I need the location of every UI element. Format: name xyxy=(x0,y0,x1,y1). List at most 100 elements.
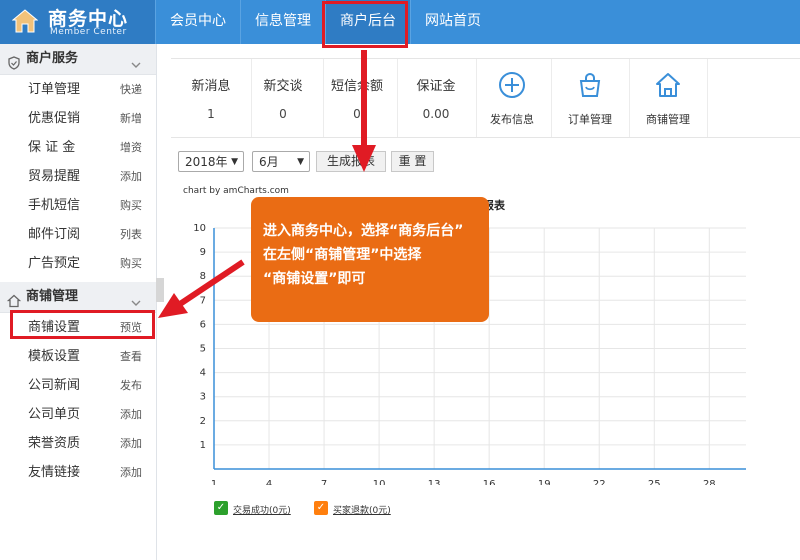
sidebar-item-action[interactable]: 添加 xyxy=(120,458,142,487)
sidebar-item-company-page[interactable]: 公司单页 添加 xyxy=(0,400,156,429)
sidebar-item-label: 贸易提醒 xyxy=(28,169,81,184)
nav-member-center[interactable]: 会员中心 xyxy=(155,0,240,44)
sidebar-item-action[interactable]: 购买 xyxy=(120,191,142,220)
month-select[interactable]: 6月 ▼ xyxy=(252,151,310,172)
nav-site-home[interactable]: 网站首页 xyxy=(410,0,495,44)
sidebar-item-action[interactable]: 添加 xyxy=(120,429,142,458)
sidebar-item-label: 友情链接 xyxy=(28,465,81,480)
sidebar-item-action[interactable]: 添加 xyxy=(120,162,142,191)
y-tick-label: 10 xyxy=(193,223,206,234)
generate-report-button[interactable]: 生成报表 xyxy=(316,151,386,172)
reset-button[interactable]: 重 置 xyxy=(391,151,434,172)
checkbox-checked-icon: ✓ xyxy=(214,501,228,515)
home-icon xyxy=(654,71,682,103)
sidebar-item-template-settings[interactable]: 模板设置 查看 xyxy=(0,342,156,371)
stat-label: 新交谈 xyxy=(263,79,303,94)
x-tick-label: 4 xyxy=(266,479,272,485)
sidebar-item-email-subscription[interactable]: 邮件订阅 列表 xyxy=(0,220,156,249)
plus-circle-icon xyxy=(498,71,526,103)
year-select[interactable]: 2018年 ▼ xyxy=(178,151,244,172)
sidebar-item-promotions[interactable]: 优惠促销 新增 xyxy=(0,104,156,133)
sidebar-item-label: 荣誉资质 xyxy=(28,436,81,451)
x-tick-label: 1 xyxy=(211,479,217,485)
legend-label: 交易成功(0元) xyxy=(233,506,291,516)
stats-panel: 新消息 1 新交谈 0 短信余额 0 保证金 0.00 发布信息 订单管理 商铺… xyxy=(171,58,800,138)
tool-label: 发布信息 xyxy=(490,113,534,126)
sidebar-item-action[interactable]: 列表 xyxy=(120,220,142,249)
stat-value: 0.00 xyxy=(422,107,450,121)
y-tick-label: 1 xyxy=(200,440,206,451)
stat-deposit[interactable]: 保证金 0.00 xyxy=(396,59,477,137)
stat-sms-balance[interactable]: 短信余额 0 xyxy=(317,59,398,137)
checkbox-checked-icon: ✓ xyxy=(314,501,328,515)
x-tick-label: 7 xyxy=(321,479,327,485)
stat-label: 新消息 xyxy=(191,79,231,94)
sidebar-item-action[interactable]: 发布 xyxy=(120,371,142,400)
sidebar-group-merchant-services[interactable]: 商户服务 xyxy=(0,44,156,75)
y-tick-label: 6 xyxy=(200,319,206,330)
sidebar-item-label: 广告预定 xyxy=(28,256,81,271)
instruction-callout: 进入商务中心，选择“商务后台” 在左侧“商铺管理”中选择 “商铺设置”即可 xyxy=(251,197,489,322)
sidebar-item-honors[interactable]: 荣誉资质 添加 xyxy=(0,429,156,458)
sidebar-item-action[interactable]: 增资 xyxy=(120,133,142,162)
sidebar-item-label: 模板设置 xyxy=(28,349,81,364)
home-icon xyxy=(11,9,39,37)
sidebar-item-label: 公司单页 xyxy=(28,407,81,422)
x-tick-label: 28 xyxy=(703,479,716,485)
sidebar-item-deposit[interactable]: 保 证 金 增资 xyxy=(0,133,156,162)
sidebar-item-ad-booking[interactable]: 广告预定 购买 xyxy=(0,249,156,278)
x-tick-label: 16 xyxy=(483,479,496,485)
sidebar-group-title: 商铺管理 xyxy=(26,289,79,304)
nav-info-management[interactable]: 信息管理 xyxy=(240,0,325,44)
brand[interactable]: 商务中心 Member Center xyxy=(0,0,155,44)
sidebar-item-label: 保 证 金 xyxy=(28,140,76,155)
sidebar-item-company-news[interactable]: 公司新闻 发布 xyxy=(0,371,156,400)
sidebar-item-label: 邮件订阅 xyxy=(28,227,81,242)
y-tick-label: 9 xyxy=(200,247,206,258)
sidebar-item-trade-alerts[interactable]: 贸易提醒 添加 xyxy=(0,162,156,191)
callout-line: 在左侧“商铺管理”中选择 xyxy=(263,247,422,263)
sidebar-item-action[interactable]: 购买 xyxy=(120,249,142,278)
shopping-bag-icon xyxy=(576,71,604,103)
chart-credit-link[interactable]: chart by amCharts.com xyxy=(183,186,289,196)
sidebar-item-action[interactable]: 新增 xyxy=(120,104,142,133)
sidebar-item-action[interactable]: 添加 xyxy=(120,400,142,429)
sidebar-highlight-box xyxy=(10,310,155,339)
sidebar-item-action[interactable]: 快递 xyxy=(120,75,142,104)
y-tick-label: 5 xyxy=(200,344,206,355)
tool-shop-management[interactable]: 商铺管理 xyxy=(629,59,708,137)
stat-label: 保证金 xyxy=(416,79,456,94)
sidebar-item-friend-links[interactable]: 友情链接 添加 xyxy=(0,458,156,487)
sidebar-item-sms[interactable]: 手机短信 购买 xyxy=(0,191,156,220)
sidebar-item-label: 公司新闻 xyxy=(28,378,81,393)
tool-label: 订单管理 xyxy=(568,113,612,126)
stat-new-messages[interactable]: 新消息 1 xyxy=(171,59,252,137)
sidebar-scrollbar[interactable] xyxy=(156,278,164,302)
legend-label: 买家退款(0元) xyxy=(333,506,391,516)
y-tick-label: 3 xyxy=(200,392,206,403)
y-tick-label: 8 xyxy=(200,271,206,282)
tool-publish-info[interactable]: 发布信息 xyxy=(473,59,552,137)
sidebar-item-orders[interactable]: 订单管理 快递 xyxy=(0,75,156,104)
callout-line: 进入商务中心，选择“商务后台” xyxy=(263,223,464,239)
month-select-value: 6月 xyxy=(259,155,279,169)
sidebar-group-title: 商户服务 xyxy=(26,51,79,66)
dropdown-caret-icon: ▼ xyxy=(297,157,304,167)
y-tick-label: 2 xyxy=(200,416,206,427)
stat-new-chats[interactable]: 新交谈 0 xyxy=(243,59,324,137)
dropdown-caret-icon: ▼ xyxy=(231,157,238,167)
sidebar-group-shop-management[interactable]: 商铺管理 xyxy=(0,282,156,313)
sidebar-item-label: 优惠促销 xyxy=(28,111,81,126)
sidebar-item-action[interactable]: 查看 xyxy=(120,342,142,371)
y-tick-label: 4 xyxy=(200,368,206,379)
y-tick-label: 7 xyxy=(200,295,206,306)
sidebar-item-label: 订单管理 xyxy=(28,82,81,97)
tool-order-management[interactable]: 订单管理 xyxy=(551,59,630,137)
brand-subtitle: Member Center xyxy=(50,27,127,37)
sidebar-item-label: 手机短信 xyxy=(28,198,81,213)
stat-value: 1 xyxy=(207,107,215,121)
nav-highlight-box xyxy=(322,1,408,48)
x-tick-label: 13 xyxy=(428,479,441,485)
x-tick-label: 19 xyxy=(538,479,551,485)
x-tick-label: 25 xyxy=(648,479,661,485)
